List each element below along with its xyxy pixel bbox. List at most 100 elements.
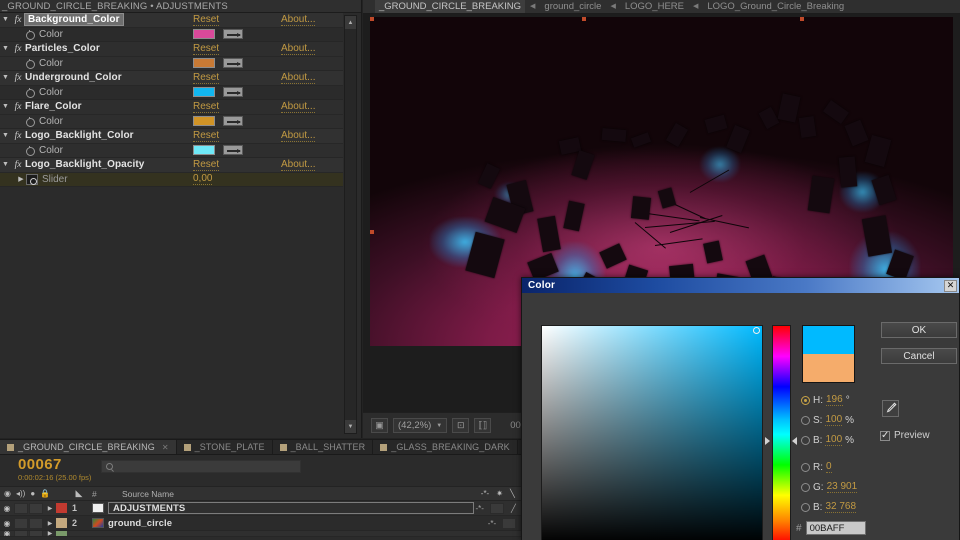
solo-toggle[interactable] bbox=[29, 502, 43, 514]
dialog-titlebar[interactable]: Color ✕ bbox=[522, 278, 959, 293]
mask-toggle-icon[interactable]: ⟦⟧ bbox=[474, 418, 492, 433]
timeline-tab-ground-circle-breaking[interactable]: _GROUND_CIRCLE_BREAKING ✕ bbox=[0, 440, 177, 454]
effect-header-particles-color[interactable]: ▼ fx Particles_Color Reset About... bbox=[0, 42, 343, 57]
stopwatch-icon[interactable] bbox=[26, 173, 38, 185]
layer-label-color[interactable] bbox=[56, 503, 67, 513]
eyedropper-icon[interactable] bbox=[223, 58, 243, 69]
color-swatch[interactable] bbox=[193, 116, 215, 127]
stopwatch-icon[interactable] bbox=[24, 87, 35, 99]
reset-link[interactable]: Reset bbox=[193, 159, 220, 171]
stopwatch-icon[interactable] bbox=[24, 145, 35, 157]
about-link[interactable]: About... bbox=[281, 159, 316, 171]
table-row[interactable]: ◉ ▶ 2 ground_circle -*- ╱ bbox=[0, 516, 530, 531]
lock-icon[interactable]: 🔒 bbox=[40, 489, 50, 498]
about-link[interactable]: About... bbox=[281, 130, 316, 142]
reset-link[interactable]: Reset bbox=[193, 130, 220, 142]
solo-toggle[interactable] bbox=[29, 531, 43, 536]
ok-button[interactable]: OK bbox=[881, 322, 957, 338]
disclosure-triangle-icon[interactable]: ▶ bbox=[44, 531, 56, 536]
scroll-up-icon[interactable]: ▲ bbox=[345, 16, 356, 29]
reset-link[interactable]: Reset bbox=[193, 43, 220, 55]
layer-label-color[interactable] bbox=[56, 531, 67, 536]
close-icon[interactable]: ✕ bbox=[944, 279, 957, 292]
breadcrumb-item-2[interactable]: LOGO_HERE bbox=[621, 0, 688, 13]
motion-blur-icon[interactable]: ╱ bbox=[511, 504, 516, 513]
region-of-interest-icon[interactable]: ⊡ bbox=[452, 418, 470, 433]
radio-hue[interactable] bbox=[801, 395, 810, 405]
color-swatch[interactable] bbox=[193, 145, 215, 156]
search-input[interactable] bbox=[101, 460, 302, 473]
sv-cursor-icon[interactable] bbox=[753, 327, 760, 334]
zoom-level-dropdown[interactable]: (42,2%) ▼ bbox=[393, 418, 448, 433]
audio-toggle[interactable] bbox=[14, 517, 28, 529]
eyedropper-icon[interactable] bbox=[223, 116, 243, 127]
effect-header-flare-color[interactable]: ▼ fx Flare_Color Reset About... bbox=[0, 100, 343, 115]
radio-saturation[interactable] bbox=[801, 415, 810, 425]
saturation-value[interactable]: 100 bbox=[825, 414, 843, 426]
eye-icon[interactable]: ◉ bbox=[0, 519, 14, 528]
eyedropper-icon[interactable] bbox=[223, 29, 243, 40]
eyedropper-icon[interactable] bbox=[223, 145, 243, 156]
transfer-mode-icon[interactable]: -*- bbox=[475, 504, 483, 513]
table-row[interactable]: ◉ ▶ bbox=[0, 531, 530, 537]
disclosure-triangle-icon[interactable]: ▼ bbox=[0, 103, 11, 110]
disclosure-triangle-icon[interactable]: ▶ bbox=[16, 175, 26, 183]
about-link[interactable]: About... bbox=[281, 72, 316, 84]
layer-name-field[interactable]: ADJUSTMENTS bbox=[108, 502, 474, 514]
effect-name[interactable]: Particles_Color bbox=[25, 43, 100, 54]
quality-toggle[interactable] bbox=[502, 517, 517, 529]
transparency-grid-icon[interactable]: ▣ bbox=[371, 418, 388, 433]
disclosure-triangle-icon[interactable]: ▼ bbox=[0, 74, 11, 81]
audio-toggle[interactable] bbox=[14, 531, 28, 536]
solo-toggle[interactable] bbox=[29, 517, 43, 529]
timeline-tab-glass-breaking-dark[interactable]: _GLASS_BREAKING_DARK bbox=[373, 440, 518, 454]
breadcrumb-item-1[interactable]: ground_circle bbox=[540, 0, 605, 13]
color-swatch[interactable] bbox=[193, 58, 215, 69]
effect-controls-tabbar[interactable]: _GROUND_CIRCLE_BREAKING • ADJUSTMENTS bbox=[0, 0, 361, 13]
effect-name[interactable]: Logo_Backlight_Opacity bbox=[25, 159, 144, 170]
eye-icon[interactable]: ◉ bbox=[0, 504, 14, 513]
effect-header-underground-color[interactable]: ▼ fx Underground_Color Reset About... bbox=[0, 71, 343, 86]
about-link[interactable]: About... bbox=[281, 43, 316, 55]
hue-slider[interactable] bbox=[772, 325, 791, 540]
breadcrumb-item-0[interactable]: _GROUND_CIRCLE_BREAKING bbox=[375, 0, 526, 13]
reset-link[interactable]: Reset bbox=[193, 72, 220, 84]
hue-value[interactable]: 196 bbox=[826, 394, 843, 406]
reset-link[interactable]: Reset bbox=[193, 14, 220, 26]
eye-icon[interactable]: ◉ bbox=[0, 531, 14, 536]
radio-red[interactable] bbox=[801, 462, 810, 472]
quality-toggle[interactable] bbox=[489, 502, 504, 514]
transfer-mode-icon[interactable]: -*- bbox=[488, 519, 496, 528]
disclosure-triangle-icon[interactable]: ▶ bbox=[44, 505, 56, 512]
checkbox-icon[interactable] bbox=[880, 430, 890, 441]
radio-brightness[interactable] bbox=[801, 435, 810, 445]
green-value[interactable]: 23 901 bbox=[826, 481, 858, 493]
disclosure-triangle-icon[interactable]: ▼ bbox=[0, 16, 11, 23]
disclosure-triangle-icon[interactable]: ▶ bbox=[44, 520, 56, 527]
effect-name[interactable]: Logo_Backlight_Color bbox=[25, 130, 134, 141]
stopwatch-icon[interactable] bbox=[24, 116, 35, 128]
effects-scrollbar[interactable]: ▲ ▼ bbox=[344, 15, 357, 434]
effect-name[interactable]: Background_Color bbox=[24, 13, 124, 27]
effect-header-logo-backlight-opacity[interactable]: ▼ fx Logo_Backlight_Opacity Reset About.… bbox=[0, 158, 343, 173]
breadcrumb-item-3[interactable]: LOGO_Ground_Circle_Breaking bbox=[703, 0, 848, 13]
current-time-display[interactable]: 00067 0:00:02:16 (25.00 fps) bbox=[0, 455, 91, 483]
effect-name[interactable]: Flare_Color bbox=[25, 101, 82, 112]
color-swatch[interactable] bbox=[193, 29, 215, 40]
table-row[interactable]: ◉ ▶ 1 ADJUSTMENTS -*- ╱ fx bbox=[0, 501, 530, 516]
saturation-brightness-field[interactable] bbox=[541, 325, 763, 540]
layer-label-color[interactable] bbox=[56, 518, 67, 528]
effect-name[interactable]: Underground_Color bbox=[25, 72, 122, 83]
audio-toggle[interactable] bbox=[14, 502, 28, 514]
reset-link[interactable]: Reset bbox=[193, 101, 220, 113]
disclosure-triangle-icon[interactable]: ▼ bbox=[0, 132, 11, 139]
previous-color-swatch[interactable] bbox=[803, 354, 854, 382]
effect-header-logo-backlight-color[interactable]: ▼ fx Logo_Backlight_Color Reset About... bbox=[0, 129, 343, 144]
eyedropper-icon[interactable] bbox=[223, 87, 243, 98]
disclosure-triangle-icon[interactable]: ▼ bbox=[0, 45, 11, 52]
brightness-value[interactable]: 100 bbox=[825, 434, 843, 446]
radio-green[interactable] bbox=[801, 482, 810, 492]
effect-header-background-color[interactable]: ▼ fx Background_Color Reset About... bbox=[0, 13, 343, 28]
slider-value[interactable]: 0,00 bbox=[193, 173, 213, 186]
eye-icon[interactable]: ◉ bbox=[4, 489, 11, 498]
